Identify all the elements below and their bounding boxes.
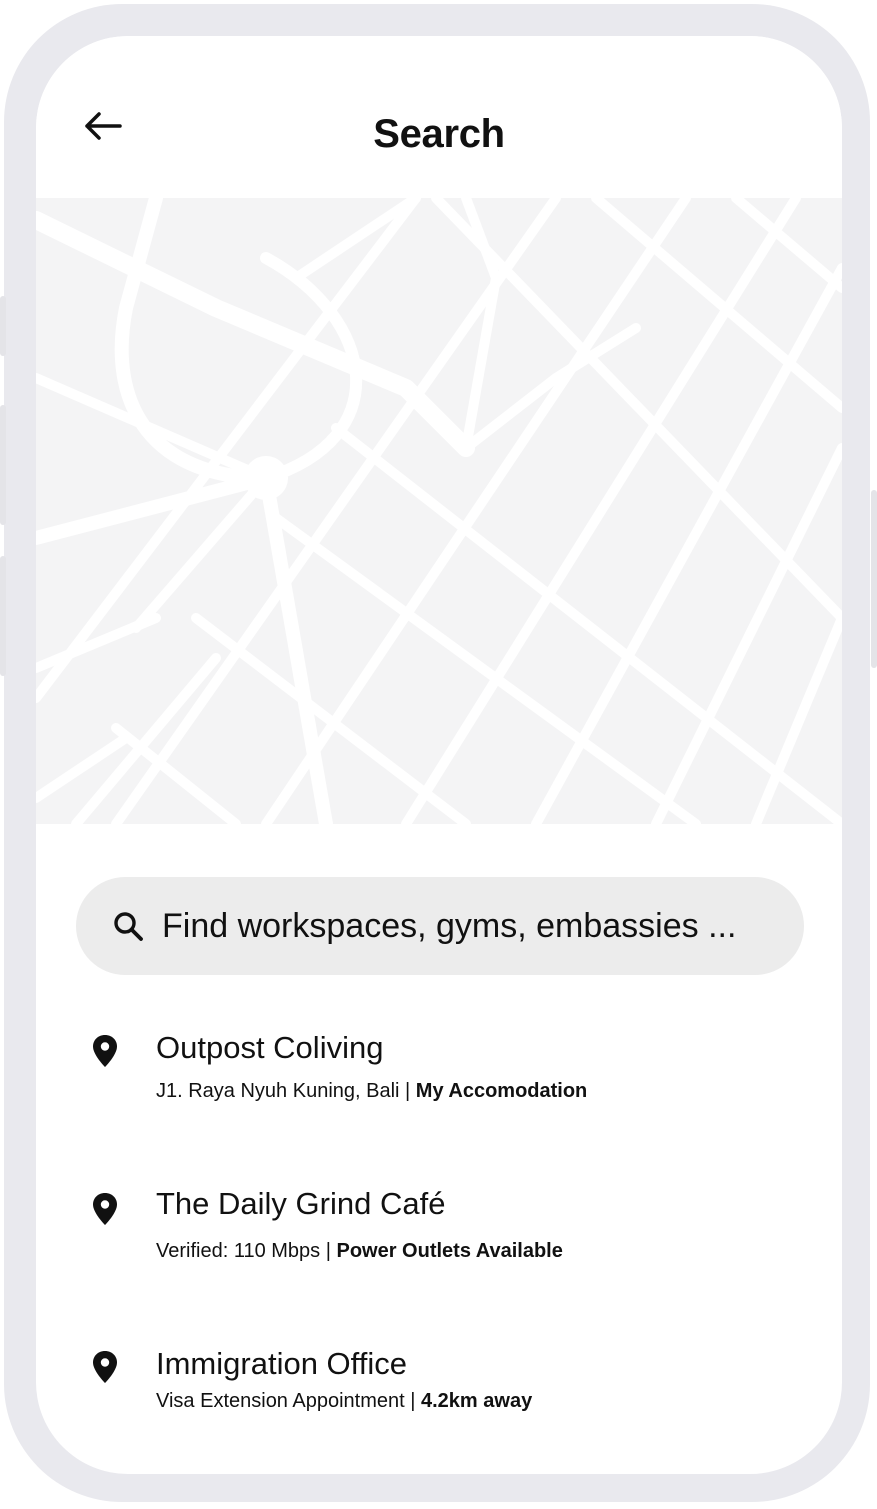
list-item[interactable]: Outpost Coliving J1. Raya Nyuh Kuning, B… (36, 1026, 842, 1146)
result-detail: J1. Raya Nyuh Kuning, Bali | My Accomoda… (156, 1080, 587, 1103)
search-input[interactable] (162, 899, 782, 953)
map-pin-icon (93, 1035, 117, 1067)
list-item[interactable]: Immigration Office Visa Extension Appoin… (36, 1342, 842, 1462)
result-name: Outpost Coliving (156, 1030, 384, 1065)
result-detail-text: Verified: 110 Mbps | (156, 1240, 337, 1262)
result-detail-text: Visa Extension Appointment | (156, 1390, 421, 1412)
page-title: Search (373, 112, 505, 156)
list-item[interactable]: The Daily Grind Café Verified: 110 Mbps … (36, 1182, 842, 1302)
phone-side-button-left-2 (0, 405, 6, 525)
result-detail: Verified: 110 Mbps | Power Outlets Avail… (156, 1240, 563, 1263)
map-pin-icon (93, 1193, 117, 1225)
phone-side-button-right (871, 490, 877, 668)
map-pin-icon (93, 1351, 117, 1383)
search-bar[interactable] (76, 877, 804, 975)
search-icon (114, 912, 143, 941)
phone-screen: Search Find workspaces, gyms, embassies … (36, 36, 842, 1474)
result-detail: Visa Extension Appointment | 4.2km away (156, 1390, 532, 1413)
phone-side-button-left-1 (0, 296, 6, 356)
result-name: Immigration Office (156, 1346, 407, 1381)
map-roads (36, 198, 842, 824)
phone-side-button-left-3 (0, 556, 6, 676)
result-detail-highlight: Power Outlets Available (336, 1240, 563, 1262)
map-view[interactable] (36, 198, 842, 824)
result-detail-highlight: My Accomodation (415, 1080, 588, 1102)
result-name: The Daily Grind Café (156, 1186, 446, 1221)
app-header: Search (36, 36, 842, 198)
result-detail-highlight: 4.2km away (421, 1390, 533, 1412)
result-detail-text: J1. Raya Nyuh Kuning, Bali | (156, 1080, 416, 1102)
